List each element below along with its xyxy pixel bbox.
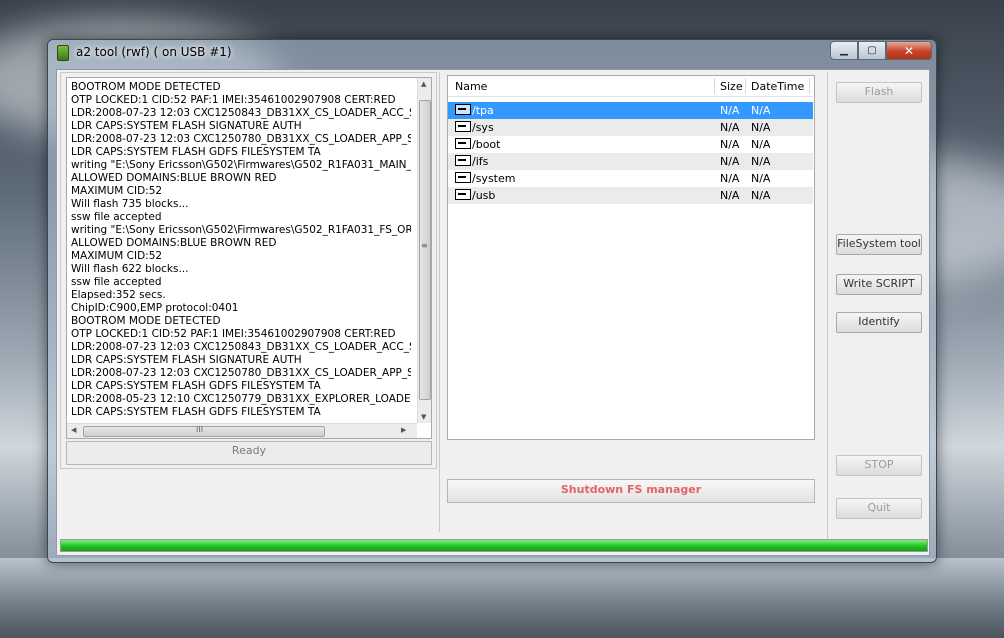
maximize-button[interactable]: ▢	[858, 41, 886, 60]
title-bar[interactable]: a2 tool (rwf) ( on USB #1) ▁ ▢ ✕	[48, 40, 936, 64]
cell-datetime: N/A	[751, 189, 771, 202]
log-line: ssw file accepted	[71, 276, 162, 288]
shutdown-fs-manager-button[interactable]: Shutdown FS manager	[447, 479, 815, 503]
app-window: a2 tool (rwf) ( on USB #1) ▁ ▢ ✕ BOOTROM…	[47, 39, 937, 563]
drive-icon	[455, 172, 471, 183]
log-line: LDR CAPS:SYSTEM FLASH GDFS FILESYSTEM TA	[71, 380, 321, 392]
action-panel: Flash FileSystem tool Write SCRIPT Ident…	[827, 72, 926, 552]
minimize-button[interactable]: ▁	[830, 41, 858, 60]
log-horizontal-scroll-thumb[interactable]: III	[83, 425, 325, 437]
log-line: MAXIMUM CID:52	[71, 185, 163, 197]
log-panel: BOOTROM MODE DETECTED OTP LOCKED:1 CID:52…	[60, 72, 437, 469]
vscroll-grip: ≡	[421, 241, 428, 250]
cell-name: /ifs	[472, 155, 489, 168]
log-line: LDR CAPS:SYSTEM FLASH GDFS FILESYSTEM TA	[71, 146, 321, 158]
log-line: Elapsed:352 secs.	[71, 289, 166, 301]
status-bar: Ready	[66, 441, 432, 465]
cell-size: N/A	[720, 138, 740, 151]
cell-name: /tpa	[472, 104, 494, 117]
log-line: ssw file accepted	[71, 211, 162, 223]
column-header-size[interactable]: Size	[720, 80, 743, 93]
log-line: ChipID:C900,EMP protocol:0401	[71, 302, 239, 314]
log-line: LDR:2008-07-23 12:03 CXC1250780_DB31XX_C…	[71, 367, 411, 379]
log-line: writing "E:\Sony Ericsson\G502\Firmwares…	[71, 159, 411, 171]
cell-name: /usb	[472, 189, 496, 202]
cell-datetime: N/A	[751, 138, 771, 151]
log-line: LDR:2008-07-23 12:03 CXC1250843_DB31XX_C…	[71, 107, 411, 119]
filesystem-list[interactable]: Name Size DateTime /tpa N/A N/A/sys N/A N/A /…	[447, 75, 815, 440]
cell-datetime: N/A	[751, 121, 771, 134]
drive-icon	[455, 104, 471, 115]
log-line: LDR CAPS:SYSTEM FLASH SIGNATURE AUTH	[71, 120, 302, 132]
cell-datetime: N/A	[751, 104, 771, 117]
scroll-down-icon[interactable]: ▼	[421, 413, 426, 421]
quit-button[interactable]: Quit	[836, 498, 922, 519]
flash-button[interactable]: Flash	[836, 82, 922, 103]
log-line: MAXIMUM CID:52	[71, 250, 163, 262]
column-header-datetime[interactable]: DateTime	[751, 80, 804, 93]
cell-size: N/A	[720, 172, 740, 185]
log-line: BOOTROM MODE DETECTED	[71, 315, 221, 327]
drive-icon	[455, 155, 471, 166]
cell-size: N/A	[720, 155, 740, 168]
phone-icon	[57, 45, 69, 61]
column-header-name[interactable]: Name	[455, 80, 487, 93]
filesystem-row[interactable]: /usb N/A N/A	[448, 187, 813, 204]
stop-button[interactable]: STOP	[836, 455, 922, 476]
cell-name: /boot	[472, 138, 501, 151]
filesystem-rows: /tpa N/A N/A/sys N/A N/A/boot N/A N/A/ifs N/A N/…	[448, 102, 813, 204]
scroll-left-icon[interactable]: ◀	[71, 426, 76, 434]
scroll-up-icon[interactable]: ▲	[421, 80, 426, 88]
cell-size: N/A	[720, 189, 740, 202]
log-line: OTP LOCKED:1 CID:52 PAF:1 IMEI:354610029…	[71, 94, 396, 106]
scroll-right-icon[interactable]: ▶	[401, 426, 406, 434]
maximize-icon: ▢	[867, 45, 877, 56]
cell-datetime: N/A	[751, 172, 771, 185]
minimize-icon: ▁	[840, 45, 848, 56]
log-line: Will flash 622 blocks...	[71, 263, 189, 275]
log-textbox[interactable]: BOOTROM MODE DETECTED OTP LOCKED:1 CID:52…	[66, 77, 432, 439]
close-button[interactable]: ✕	[886, 41, 932, 60]
log-line: ALLOWED DOMAINS:BLUE BROWN RED	[71, 237, 277, 249]
cell-name: /sys	[472, 121, 494, 134]
log-line: LDR:2008-05-23 12:10 CXC1250779_DB31XX_E…	[71, 393, 411, 405]
log-line: LDR:2008-07-23 12:03 CXC1250843_DB31XX_C…	[71, 341, 411, 353]
log-line: BOOTROM MODE DETECTED	[71, 81, 221, 93]
panel-splitter[interactable]	[439, 72, 443, 532]
cell-size: N/A	[720, 121, 740, 134]
close-icon: ✕	[903, 43, 915, 58]
log-line: LDR CAPS:SYSTEM FLASH GDFS FILESYSTEM TA	[71, 406, 321, 418]
log-vertical-scroll-thumb[interactable]: ≡	[419, 100, 431, 400]
log-line: OTP LOCKED:1 CID:52 PAF:1 IMEI:354610029…	[71, 328, 396, 340]
drive-icon	[455, 121, 471, 132]
log-line: Will flash 735 blocks...	[71, 198, 189, 210]
progress-bar	[60, 539, 928, 552]
cell-name: /system	[472, 172, 516, 185]
log-line: ALLOWED DOMAINS:BLUE BROWN RED	[71, 172, 277, 184]
cell-size: N/A	[720, 104, 740, 117]
log-line: writing "E:\Sony Ericsson\G502\Firmwares…	[71, 224, 411, 236]
write-script-button[interactable]: Write SCRIPT	[836, 274, 922, 295]
filesystem-row[interactable]: /boot N/A N/A	[448, 136, 813, 153]
cell-datetime: N/A	[751, 155, 771, 168]
filesystem-row[interactable]: /ifs N/A N/A	[448, 153, 813, 170]
drive-icon	[455, 189, 471, 200]
log-vertical-scrollbar[interactable]: ▲ ≡ ▼	[417, 78, 431, 423]
identify-button[interactable]: Identify	[836, 312, 922, 333]
log-lines: BOOTROM MODE DETECTED OTP LOCKED:1 CID:52…	[71, 81, 411, 419]
log-line: LDR CAPS:SYSTEM FLASH SIGNATURE AUTH	[71, 354, 302, 366]
client-area: BOOTROM MODE DETECTED OTP LOCKED:1 CID:52…	[56, 69, 930, 556]
filesystem-row[interactable]: /system N/A N/A	[448, 170, 813, 187]
filesystem-list-header: Name Size DateTime	[448, 76, 813, 97]
log-line: LDR:2008-07-23 12:03 CXC1250780_DB31XX_C…	[71, 133, 411, 145]
window-title: a2 tool (rwf) ( on USB #1)	[76, 45, 232, 59]
hscroll-grip: III	[196, 425, 204, 434]
log-horizontal-scrollbar[interactable]: ◀ III ▶	[67, 423, 417, 438]
filesystem-row[interactable]: /sys N/A N/A	[448, 119, 813, 136]
drive-icon	[455, 138, 471, 149]
filesystem-tool-button[interactable]: FileSystem tool	[836, 234, 922, 255]
progress-fill	[61, 540, 927, 551]
background-sea	[0, 558, 1004, 638]
filesystem-row[interactable]: /tpa N/A N/A	[448, 102, 813, 119]
